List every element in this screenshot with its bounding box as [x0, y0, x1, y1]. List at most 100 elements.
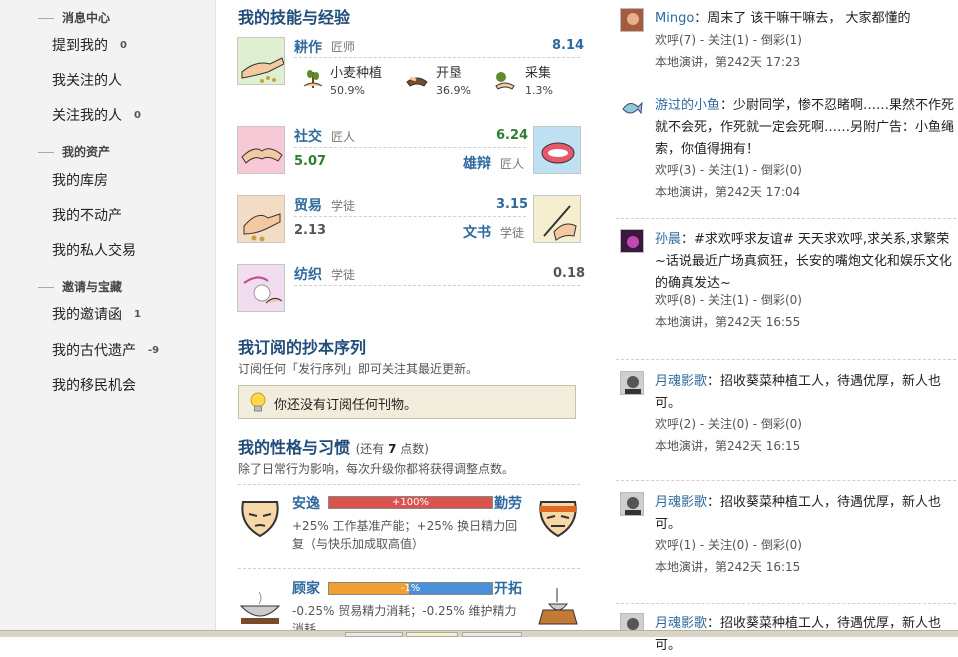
skill-value-social: 6.24 — [496, 128, 529, 143]
follow-link[interactable]: 关注(1) — [708, 293, 749, 307]
handshake-icon — [238, 127, 284, 173]
pioneer-map-icon — [538, 588, 578, 625]
sidebar-item-migration[interactable]: 我的移民机会 — [52, 375, 136, 395]
avatar[interactable] — [620, 229, 644, 253]
boo-link[interactable]: 倒彩(0) — [761, 417, 802, 431]
farming-skill-image — [237, 37, 285, 85]
follow-link[interactable]: 关注(1) — [708, 163, 749, 177]
follow-link[interactable]: 关注(0) — [708, 538, 749, 552]
feed-user-link[interactable]: 月魂影歌 — [655, 374, 707, 389]
feed-meta: 本地演讲，第242天 16:15 — [655, 560, 801, 574]
trait-left-easygoing: 安逸 — [292, 496, 320, 512]
followers-count: 0 — [134, 110, 141, 121]
no-subscription-notice: 你还没有订阅任何刊物。 — [238, 385, 576, 419]
sidebar-item-followers[interactable]: 关注我的人 0 — [52, 105, 141, 125]
skill-name-writing[interactable]: 文书 — [463, 222, 491, 242]
subskill-wheat-pct: 50.9% — [330, 84, 365, 97]
trait-bar-diligence[interactable]: +100% — [328, 496, 493, 509]
main-content: 我的技能与经验 耕作 匠师 8.14 小麦种植 50.9% 开垦 36.9% 采… — [216, 0, 596, 637]
trait-right-diligent: 勤劳 — [494, 496, 522, 512]
trait-bar-pioneer[interactable]: -1% — [328, 582, 493, 595]
feed-actions: 欢呼(8) - 关注(1) - 倒彩(0) — [655, 293, 802, 307]
cheer-link[interactable]: 欢呼(1) — [655, 538, 696, 552]
feed-meta: 本地演讲，第242天 16:55 — [655, 315, 801, 329]
avatar[interactable] — [620, 492, 644, 516]
writing-skill-image — [533, 195, 581, 243]
sidebar-item-warehouse[interactable]: 我的库房 — [52, 170, 108, 190]
follow-link[interactable]: 关注(1) — [708, 33, 749, 47]
sidebar-item-invitations[interactable]: 我的邀请函 1 — [52, 304, 141, 324]
skill-rank-farming: 匠师 — [331, 40, 356, 54]
avatar[interactable] — [620, 8, 644, 32]
debate-skill-image — [533, 126, 581, 174]
trait-right-pioneer: 开拓 — [494, 581, 522, 597]
section-header-invites: 邀请与宝藏 — [38, 278, 122, 295]
weaving-skill-image — [237, 264, 285, 312]
boo-link[interactable]: 倒彩(0) — [761, 293, 802, 307]
feed-text: 孙晨：#求欢呼求友谊# 天天求欢呼,求关系,求繁荣~话说最近广场真疯狂，长安的嘴… — [655, 232, 952, 291]
plow-icon — [406, 76, 428, 87]
feed-text: Mingo：周末了 该干嘛干嘛去， 大家都懂的 — [655, 11, 911, 26]
cheer-link[interactable]: 欢呼(3) — [655, 163, 696, 177]
subscriptions-note: 订阅任何「发行序列」即可关注其最近更新。 — [238, 362, 479, 376]
feed-meta: 本地演讲，第242天 16:15 — [655, 439, 801, 453]
skill-name-weaving[interactable]: 纺织 — [294, 264, 322, 284]
feed-user-link[interactable]: Mingo — [655, 11, 694, 26]
user-avatar-icon — [621, 230, 643, 252]
social-skill-image — [237, 126, 285, 174]
feed-actions: 欢呼(2) - 关注(0) - 倒彩(0) — [655, 417, 802, 431]
skill-value-writing: 2.13 — [294, 223, 327, 238]
sidebar-item-following[interactable]: 我关注的人 — [52, 70, 122, 90]
sidebar-item-heritage[interactable]: 我的古代遗产 -9 — [52, 340, 159, 360]
farming-hand-icon — [238, 38, 284, 84]
feed-actions: 欢呼(7) - 关注(1) - 倒彩(1) — [655, 33, 802, 47]
boo-link[interactable]: 倒彩(1) — [761, 33, 802, 47]
section-header-assets: 我的资产 — [38, 143, 110, 160]
skill-name-debate[interactable]: 雄辩 — [463, 153, 491, 173]
trade-hands-icon — [238, 196, 284, 242]
feed-divider — [616, 603, 956, 604]
avatar[interactable] — [620, 371, 644, 395]
subskill-gather-pct: 1.3% — [525, 84, 553, 97]
user-avatar-icon — [621, 9, 643, 31]
lightbulb-icon — [250, 392, 266, 412]
skill-value-weaving: 0.18 — [553, 266, 586, 281]
section-header-messages: 消息中心 — [38, 9, 110, 26]
skill-name-trade[interactable]: 贸易 — [294, 195, 322, 215]
taskbar-button[interactable] — [406, 632, 458, 637]
user-avatar-icon — [621, 493, 643, 515]
follow-link[interactable]: 关注(0) — [708, 417, 749, 431]
feed-user-link[interactable]: 孙晨 — [655, 232, 681, 247]
cheer-link[interactable]: 欢呼(8) — [655, 293, 696, 307]
cheer-link[interactable]: 欢呼(7) — [655, 33, 696, 47]
sidebar-item-real-estate[interactable]: 我的不动产 — [52, 205, 122, 225]
boo-link[interactable]: 倒彩(0) — [761, 163, 802, 177]
skill-rank-trade: 学徒 — [331, 199, 356, 213]
skill-rank-weaving: 学徒 — [331, 268, 356, 282]
mouth-icon — [534, 127, 580, 173]
sidebar-item-private-trade[interactable]: 我的私人交易 — [52, 240, 136, 260]
skill-name-farming[interactable]: 耕作 — [294, 37, 322, 57]
feed-user-link[interactable]: 月魂影歌 — [655, 495, 707, 510]
taskbar-button[interactable] — [345, 632, 403, 637]
feed-user-link[interactable]: 游过的小鱼 — [655, 98, 720, 113]
skill-value-farming: 8.14 — [552, 38, 585, 53]
home-bowl-icon — [239, 591, 281, 624]
avatar[interactable] — [620, 95, 644, 119]
boo-link[interactable]: 倒彩(0) — [761, 538, 802, 552]
feed-actions: 欢呼(1) - 关注(0) - 倒彩(0) — [655, 538, 802, 552]
skill-value-debate: 5.07 — [294, 154, 327, 169]
sidebar-item-mentions[interactable]: 提到我的 0 — [52, 35, 127, 55]
speech-feed: Mingo：周末了 该干嘛干嘛去， 大家都懂的 欢呼(7) - 关注(1) - … — [606, 0, 958, 653]
trait-left-homebody: 顾家 — [292, 581, 320, 597]
taskbar-button[interactable] — [462, 632, 522, 637]
subscriptions-title: 我订阅的抄本序列 — [238, 338, 367, 357]
feed-user-link[interactable]: 月魂影歌 — [655, 616, 707, 631]
personality-note: 除了日常行为影响，每次升级你都将获得调整点数。 — [238, 462, 515, 476]
user-avatar-icon — [621, 372, 643, 394]
cheer-link[interactable]: 欢呼(2) — [655, 417, 696, 431]
feed-text: 月魂影歌：招收葵菜种植工人，待遇优厚，新人也可。 — [655, 374, 942, 411]
trait-desc-diligence: +25% 工作基准产能；+25% 换日精力回复（与快乐加成取高值） — [292, 519, 518, 551]
skill-name-social[interactable]: 社交 — [294, 126, 322, 146]
spindle-icon — [238, 265, 284, 311]
